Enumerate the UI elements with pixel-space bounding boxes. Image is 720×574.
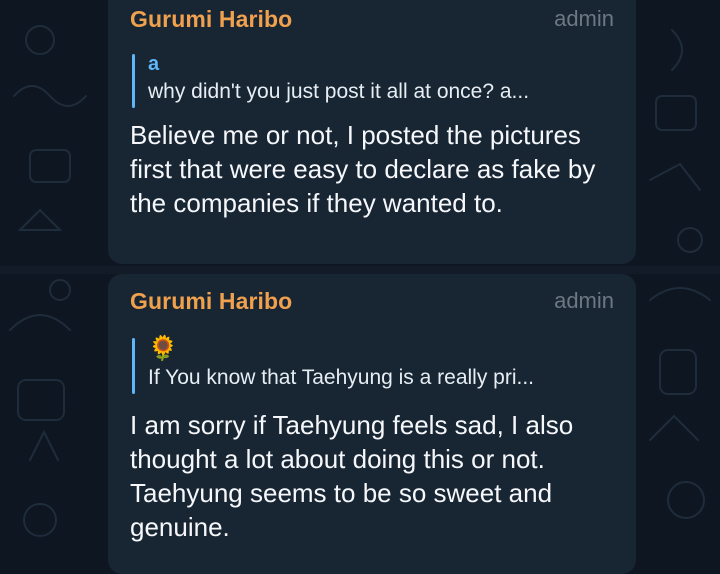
reply-preview[interactable]: a why didn't you just post it all at onc… — [132, 50, 614, 110]
message-header: Gurumi Haribo admin — [130, 288, 614, 324]
message-separator — [0, 266, 720, 274]
reply-accent-bar — [132, 54, 135, 108]
reply-text: why didn't you just post it all at once?… — [148, 80, 530, 103]
message-bubble[interactable]: Gurumi Haribo admin 🌻 If You know that T… — [108, 274, 636, 574]
reply-accent-bar — [132, 338, 135, 394]
message-text: I am sorry if Taehyung feels sad, I also… — [130, 410, 574, 542]
reply-author: a — [148, 53, 160, 75]
message-bubble[interactable]: Gurumi Haribo admin a why didn't you jus… — [108, 0, 636, 264]
admin-badge: admin — [554, 6, 614, 31]
message-text: Believe me or not, I posted the pictures… — [130, 120, 596, 218]
reply-text: If You know that Taehyung is a really pr… — [148, 366, 535, 389]
sunflower-icon: 🌻 — [148, 335, 178, 362]
message-header: Gurumi Haribo admin — [130, 6, 614, 42]
admin-badge: admin — [554, 288, 614, 313]
reply-preview[interactable]: 🌻 If You know that Taehyung is a really … — [132, 334, 614, 396]
sender-name[interactable]: Gurumi Haribo — [130, 6, 292, 33]
sender-name[interactable]: Gurumi Haribo — [130, 288, 292, 315]
